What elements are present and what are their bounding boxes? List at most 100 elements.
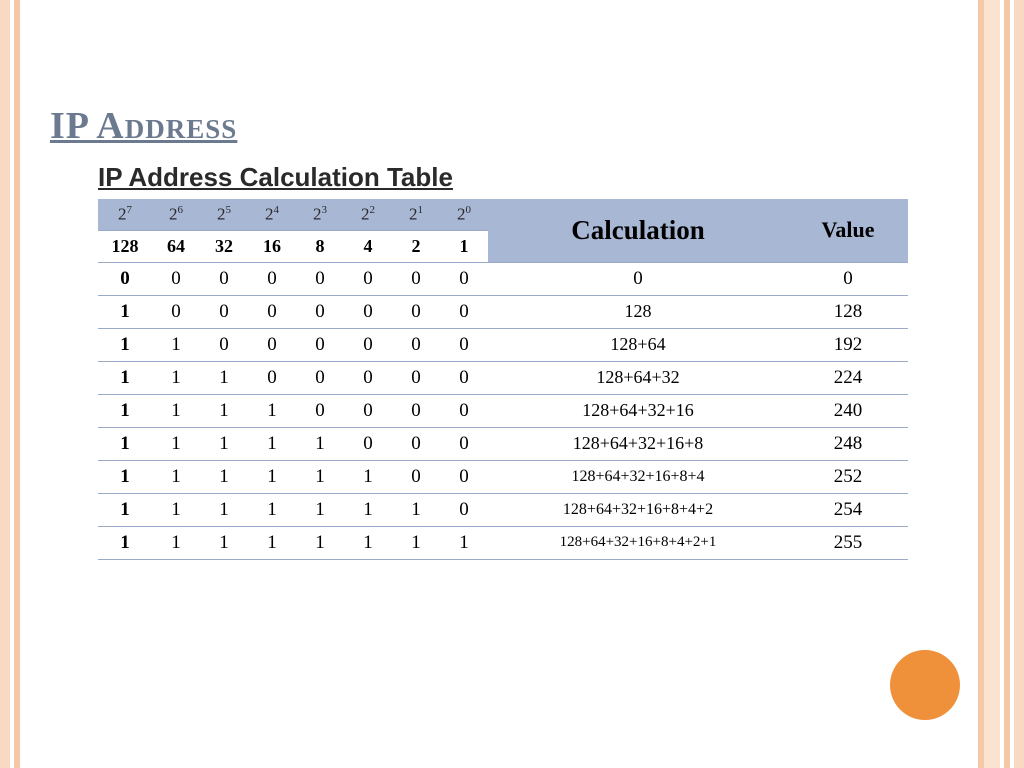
bit-cell: 0: [296, 262, 344, 295]
bit-cell: 1: [200, 460, 248, 493]
bit-cell: 0: [152, 262, 200, 295]
decor-stripe: [0, 0, 10, 768]
bit-cell: 0: [344, 262, 392, 295]
table-row: 1 1 0 0 0 0 0 0 128+64 192: [98, 328, 908, 361]
bit-cell: 1: [296, 526, 344, 559]
bit-cell: 0: [392, 460, 440, 493]
bit-cell: 1: [392, 526, 440, 559]
col-head-decimal: 2: [392, 230, 440, 262]
content-area: IP Address IP Address Calculation Table …: [50, 0, 964, 768]
bit-cell: 1: [98, 328, 152, 361]
bit-cell: 0: [248, 295, 296, 328]
table-row: 1 1 1 1 1 1 0 0 128+64+32+16+8+4 252: [98, 460, 908, 493]
bit-cell: 0: [392, 262, 440, 295]
bit-cell: 0: [440, 427, 488, 460]
bit-cell: 0: [392, 328, 440, 361]
calc-cell: 128: [488, 295, 788, 328]
bit-cell: 0: [344, 328, 392, 361]
bit-cell: 1: [98, 295, 152, 328]
bit-cell: 0: [440, 493, 488, 526]
calc-cell: 128+64+32+16+8+4: [488, 460, 788, 493]
table-header: 27 26 25 24 23 22 21 20 Calculation Valu…: [98, 199, 908, 262]
col-head-decimal: 16: [248, 230, 296, 262]
bit-cell: 1: [440, 526, 488, 559]
decor-stripe: [1004, 0, 1010, 768]
col-head-power: 25: [200, 199, 248, 230]
col-head-power: 26: [152, 199, 200, 230]
calc-cell: 128+64+32: [488, 361, 788, 394]
calc-cell: 128+64+32+16: [488, 394, 788, 427]
decor-stripe: [1014, 0, 1024, 768]
col-head-calc: Calculation: [488, 199, 788, 262]
bit-cell: 0: [248, 361, 296, 394]
bit-cell: 0: [248, 328, 296, 361]
col-head-power: 21: [392, 199, 440, 230]
bit-cell: 1: [344, 493, 392, 526]
bit-cell: 0: [248, 262, 296, 295]
col-head-decimal: 64: [152, 230, 200, 262]
decor-stripe: [984, 0, 1000, 768]
section-subtitle: IP Address Calculation Table: [98, 162, 964, 193]
bit-cell: 0: [440, 460, 488, 493]
table-row: 1 1 1 1 1 1 1 1 128+64+32+16+8+4+2+1 255: [98, 526, 908, 559]
col-head-decimal: 4: [344, 230, 392, 262]
value-cell: 0: [788, 262, 908, 295]
decor-stripe: [14, 0, 20, 768]
bit-cell: 0: [296, 394, 344, 427]
value-cell: 252: [788, 460, 908, 493]
bit-cell: 1: [200, 394, 248, 427]
bit-cell: 1: [98, 361, 152, 394]
bit-cell: 0: [344, 394, 392, 427]
bit-cell: 0: [296, 361, 344, 394]
bit-cell: 0: [392, 295, 440, 328]
col-head-power: 20: [440, 199, 488, 230]
col-head-decimal: 32: [200, 230, 248, 262]
col-head-decimal: 8: [296, 230, 344, 262]
bit-cell: 1: [152, 394, 200, 427]
bit-cell: 1: [200, 361, 248, 394]
value-cell: 248: [788, 427, 908, 460]
col-head-power: 24: [248, 199, 296, 230]
col-head-value: Value: [788, 199, 908, 262]
decor-circle-icon: [890, 650, 960, 720]
bit-cell: 0: [200, 295, 248, 328]
bit-cell: 0: [440, 361, 488, 394]
col-head-decimal: 128: [98, 230, 152, 262]
bit-cell: 1: [200, 427, 248, 460]
calc-cell: 128+64+32+16+8+4+2: [488, 493, 788, 526]
bit-cell: 1: [98, 526, 152, 559]
bit-cell: 1: [152, 493, 200, 526]
bit-cell: 1: [98, 460, 152, 493]
decor-stripe: [1000, 0, 1004, 768]
bit-cell: 1: [248, 427, 296, 460]
value-cell: 128: [788, 295, 908, 328]
bit-cell: 0: [296, 328, 344, 361]
table-row: 0 0 0 0 0 0 0 0 0 0: [98, 262, 908, 295]
value-cell: 254: [788, 493, 908, 526]
bit-cell: 1: [152, 427, 200, 460]
bit-cell: 1: [248, 493, 296, 526]
bit-cell: 0: [344, 427, 392, 460]
bit-cell: 0: [392, 361, 440, 394]
decor-stripe: [978, 0, 984, 768]
bit-cell: 1: [248, 526, 296, 559]
bit-cell: 1: [152, 526, 200, 559]
bit-cell: 1: [200, 526, 248, 559]
bit-cell: 0: [392, 394, 440, 427]
page-title: IP Address: [50, 104, 964, 148]
bit-cell: 1: [98, 493, 152, 526]
calc-cell: 128+64+32+16+8: [488, 427, 788, 460]
col-head-decimal: 1: [440, 230, 488, 262]
value-cell: 240: [788, 394, 908, 427]
bit-cell: 1: [392, 493, 440, 526]
bit-cell: 0: [200, 328, 248, 361]
table-body: 0 0 0 0 0 0 0 0 0 0 1 0 0: [98, 262, 908, 559]
bit-cell: 1: [152, 460, 200, 493]
value-cell: 255: [788, 526, 908, 559]
bit-cell: 1: [296, 427, 344, 460]
bit-cell: 0: [344, 295, 392, 328]
bit-cell: 0: [98, 262, 152, 295]
slide: IP Address IP Address Calculation Table …: [0, 0, 1024, 768]
table-row: 1 1 1 0 0 0 0 0 128+64+32 224: [98, 361, 908, 394]
value-cell: 224: [788, 361, 908, 394]
